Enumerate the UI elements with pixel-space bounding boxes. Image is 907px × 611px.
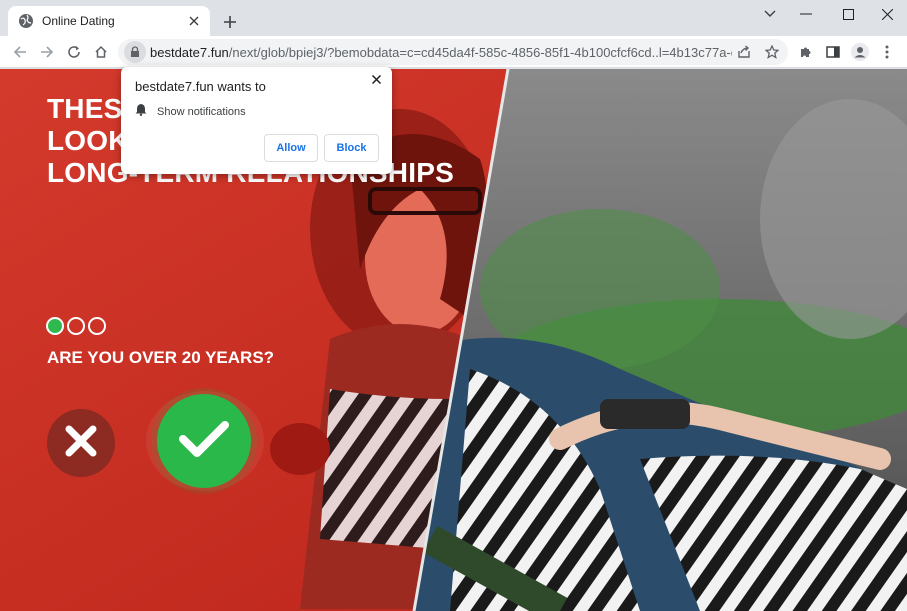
tab-close-icon[interactable] bbox=[186, 13, 202, 29]
tab-strip: Online Dating bbox=[0, 0, 907, 36]
home-icon[interactable] bbox=[89, 40, 113, 64]
permission-close-icon[interactable] bbox=[368, 71, 384, 87]
tab-search-chevron-icon[interactable] bbox=[750, 0, 790, 28]
window-close-icon[interactable] bbox=[867, 0, 907, 28]
new-tab-button[interactable] bbox=[220, 12, 240, 32]
close-x-icon bbox=[65, 425, 97, 462]
browser-toolbar: bestdate7.fun/next/glob/bpiej3/?bemobdat… bbox=[0, 36, 907, 68]
lock-icon[interactable] bbox=[124, 41, 146, 63]
step-dot-3 bbox=[88, 317, 106, 335]
url-path: /next/glob/bpiej3/?bemobdata=c=cd45da4f-… bbox=[228, 44, 732, 60]
step-dot-1 bbox=[46, 317, 64, 335]
extensions-puzzle-icon[interactable] bbox=[794, 40, 818, 64]
notification-permission-prompt: bestdate7.fun wants to Show notification… bbox=[121, 67, 392, 174]
step-dot-2 bbox=[67, 317, 85, 335]
no-button[interactable] bbox=[47, 409, 115, 477]
reload-icon[interactable] bbox=[62, 40, 86, 64]
url-text: bestdate7.fun/next/glob/bpiej3/?bemobdat… bbox=[150, 45, 732, 60]
side-panel-icon[interactable] bbox=[821, 40, 845, 64]
allow-button[interactable]: Allow bbox=[264, 134, 318, 162]
profile-avatar-icon[interactable] bbox=[848, 40, 872, 64]
minimize-icon[interactable] bbox=[786, 0, 826, 28]
menu-kebab-icon[interactable] bbox=[875, 40, 899, 64]
share-icon[interactable] bbox=[732, 40, 756, 64]
back-arrow-icon[interactable] bbox=[8, 40, 32, 64]
address-bar[interactable]: bestdate7.fun/next/glob/bpiej3/?bemobdat… bbox=[118, 39, 788, 65]
bookmark-star-icon[interactable] bbox=[760, 40, 784, 64]
permission-prompt-title: bestdate7.fun wants to bbox=[135, 79, 266, 94]
url-host: bestdate7.fun bbox=[150, 44, 229, 60]
block-button[interactable]: Block bbox=[324, 134, 379, 162]
permission-row: Show notifications bbox=[135, 103, 246, 121]
browser-tab[interactable]: Online Dating bbox=[8, 6, 210, 36]
tab-title: Online Dating bbox=[42, 14, 115, 28]
yes-button[interactable] bbox=[157, 394, 251, 488]
checkmark-icon bbox=[179, 419, 229, 464]
maximize-icon[interactable] bbox=[828, 0, 868, 28]
permission-text: Show notifications bbox=[157, 106, 246, 118]
bell-icon bbox=[135, 103, 147, 121]
globe-icon bbox=[18, 13, 34, 29]
forward-arrow-icon[interactable] bbox=[35, 40, 59, 64]
age-question: ARE YOU OVER 20 YEARS? bbox=[47, 348, 275, 367]
step-indicator bbox=[46, 317, 106, 335]
